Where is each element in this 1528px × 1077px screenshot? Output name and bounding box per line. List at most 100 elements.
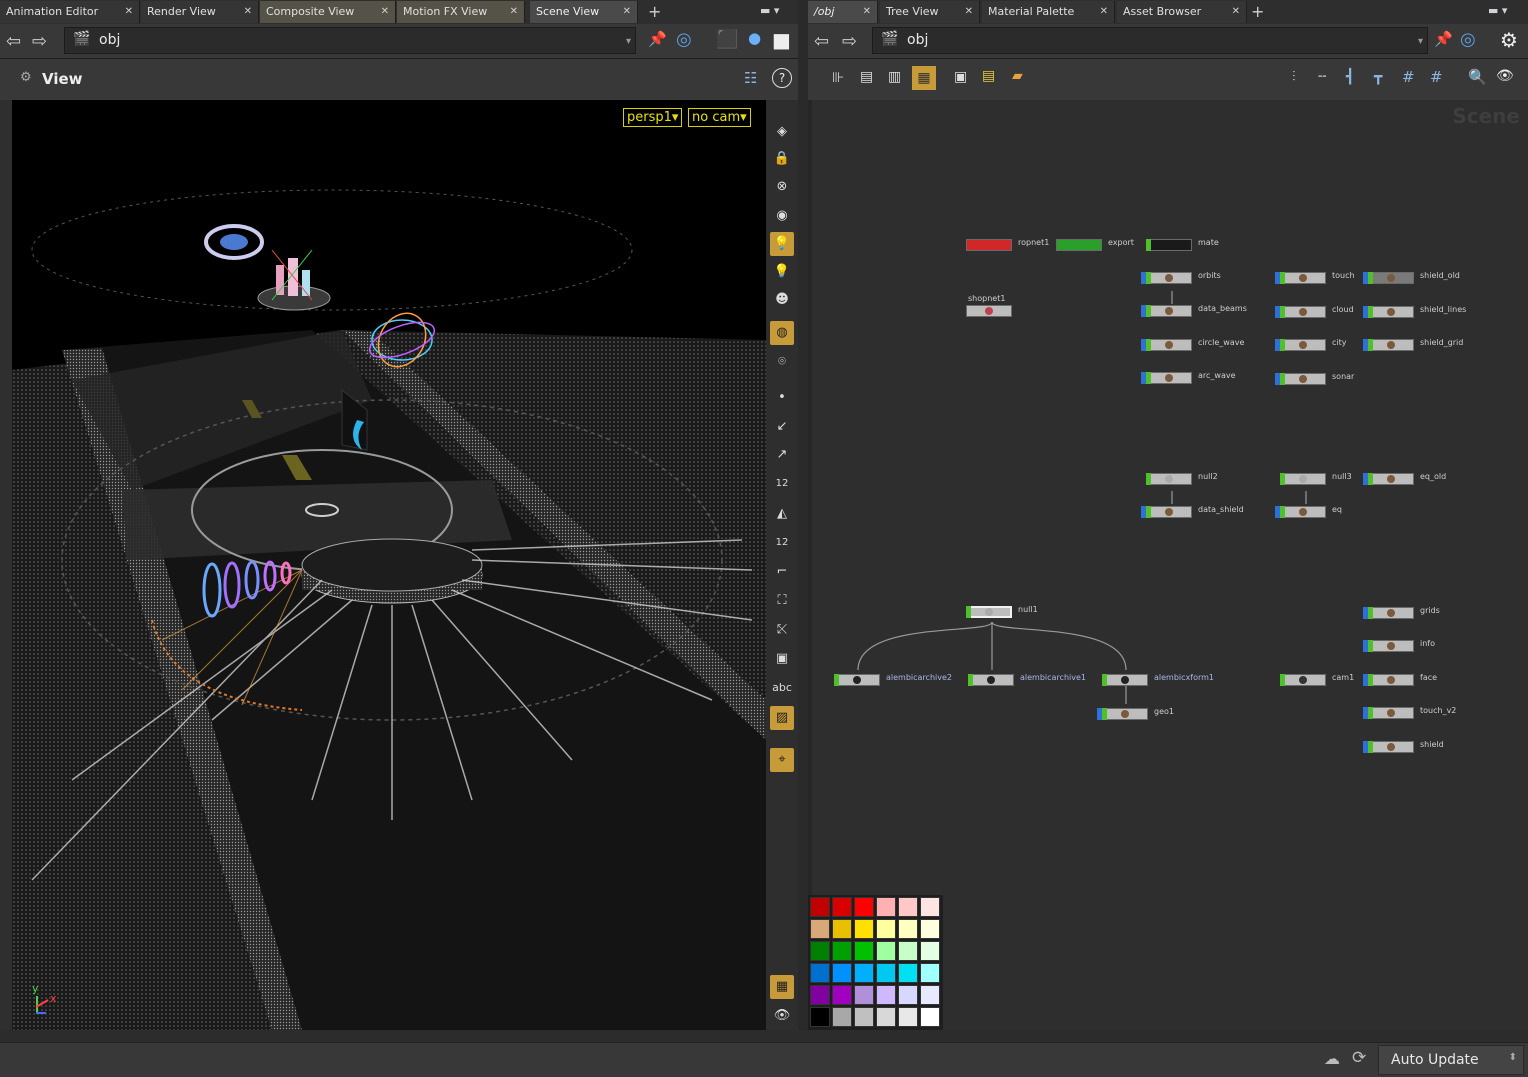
ghost-icon[interactable]: ⊗ [770, 175, 794, 199]
tab-render-view[interactable]: Render View ✕ [141, 1, 259, 23]
close-icon[interactable]: ✕ [623, 1, 631, 23]
close-icon[interactable]: ✕ [510, 1, 518, 23]
3d-viewport[interactable]: persp1▾ no cam▾ y x [12, 100, 766, 1030]
network-box-icon[interactable]: ▣ [954, 69, 967, 85]
eye-icon[interactable]: 👁 [1496, 68, 1514, 84]
light-icon[interactable]: 💡 [770, 260, 794, 284]
vector-icon[interactable]: ↗ [770, 443, 794, 467]
palette-swatch[interactable] [920, 963, 940, 983]
back-arrow-icon[interactable]: ⇦ [814, 31, 829, 52]
pane-menu-icon[interactable]: ▬ ▾ [1488, 4, 1507, 17]
eye-icon[interactable]: 👁 [770, 1004, 794, 1028]
left-path-field[interactable]: 🎬 obj ▾ [64, 27, 636, 54]
list-icon[interactable]: ▤ [860, 69, 873, 85]
grid-snap-icon[interactable]: # [1402, 68, 1415, 86]
snap-vertical-icon[interactable]: ┫ [1346, 69, 1354, 85]
palette-swatch[interactable] [920, 941, 940, 961]
tab-animation-editor[interactable]: Animation Editor ✕ [0, 1, 140, 23]
palette-swatch[interactable] [810, 941, 830, 961]
tab-motion-fx-view[interactable]: Motion FX View ✕ [397, 1, 525, 23]
primitive-number-icon[interactable]: 12 [770, 531, 794, 555]
network-editor[interactable]: Scene ropnet1 export mate shopnet1 orbit… [808, 100, 1528, 1030]
palette-swatch[interactable] [898, 1007, 918, 1027]
palette-swatch[interactable] [854, 1007, 874, 1027]
primitive-icon[interactable]: ◭ [770, 502, 794, 526]
camera-menu-persp[interactable]: persp1▾ [623, 108, 683, 127]
light-bulb-icon[interactable]: 💡 [770, 232, 794, 256]
palette-swatch[interactable] [810, 985, 830, 1005]
close-icon[interactable]: ✕ [965, 1, 973, 23]
cube-icon[interactable]: ⬛ [716, 29, 738, 50]
palette-swatch[interactable] [854, 985, 874, 1005]
close-icon[interactable]: ✕ [1100, 1, 1108, 23]
grid-icon[interactable]: # [1430, 68, 1443, 86]
tree-icon[interactable]: ⊪ [832, 70, 844, 86]
forward-arrow-icon[interactable]: ⇨ [32, 31, 47, 52]
forward-arrow-icon[interactable]: ⇨ [842, 31, 857, 52]
align-vertical-icon[interactable]: ⫶ [1292, 69, 1296, 85]
handle-icon[interactable]: ⤪ [770, 618, 794, 642]
close-icon[interactable]: ✕ [125, 1, 133, 23]
display-options-icon[interactable]: ☷ [744, 69, 757, 87]
tab-asset-browser[interactable]: Asset Browser ✕ [1117, 1, 1247, 23]
palette-swatch[interactable] [876, 963, 896, 983]
link-icon[interactable]: ◎ [676, 29, 692, 50]
refresh-icon[interactable]: ⟳ [1352, 1048, 1366, 1068]
headlight-icon[interactable]: ☻ [770, 288, 794, 312]
close-icon[interactable]: ✕ [1232, 1, 1240, 23]
location-pin-icon[interactable]: ⌖ [770, 748, 794, 772]
search-icon[interactable]: 🔍 [1468, 68, 1487, 86]
palette-swatch[interactable] [854, 897, 874, 917]
point-icon[interactable]: • [770, 386, 794, 410]
palette-swatch[interactable] [810, 1007, 830, 1027]
grid-view-icon[interactable]: ▦ [912, 66, 936, 90]
palette-swatch[interactable] [920, 919, 940, 939]
close-icon[interactable]: ✕ [244, 1, 252, 23]
add-tab-icon[interactable]: + [648, 2, 661, 21]
shading-sphere-icon[interactable]: ◉ [770, 204, 794, 228]
palette-swatch[interactable] [854, 919, 874, 939]
close-icon[interactable]: ✕ [381, 1, 389, 23]
palette-swatch[interactable] [854, 963, 874, 983]
bounding-box-icon[interactable]: ⛶ [770, 589, 794, 613]
palette-swatch[interactable] [832, 963, 852, 983]
palette-swatch[interactable] [876, 941, 896, 961]
text-icon[interactable]: abc [770, 676, 794, 700]
snap-horizontal-icon[interactable]: ┳ [1374, 69, 1382, 85]
performance-icon[interactable]: ☁ [1324, 1049, 1340, 1068]
edge-icon[interactable]: ⌐ [770, 560, 794, 584]
square-icon[interactable]: ■ [772, 28, 791, 52]
palette-swatch[interactable] [898, 897, 918, 917]
tab-tree-view[interactable]: Tree View ✕ [880, 1, 980, 23]
help-icon[interactable]: ? [772, 68, 792, 88]
palette-swatch[interactable] [920, 897, 940, 917]
palette-swatch[interactable] [876, 1007, 896, 1027]
thumbnail-icon[interactable]: ▥ [888, 69, 901, 85]
safe-area-icon[interactable]: ▣ [770, 647, 794, 671]
palette-swatch[interactable] [876, 985, 896, 1005]
lock-icon[interactable]: 🔒 [770, 147, 794, 171]
palette-swatch[interactable] [832, 1007, 852, 1027]
background-image-icon[interactable]: ▨ [770, 706, 794, 730]
normal-icon[interactable]: ↙ [770, 415, 794, 439]
grid-layout-icon[interactable]: ▦ [770, 975, 794, 999]
palette-swatch[interactable] [920, 1007, 940, 1027]
texture-sphere-icon[interactable]: ◍ [770, 321, 794, 345]
palette-swatch[interactable] [810, 897, 830, 917]
palette-swatch[interactable] [810, 919, 830, 939]
camera-view-icon[interactable]: ⌾ [770, 350, 794, 374]
link-icon[interactable]: ◎ [1460, 29, 1476, 50]
palette-swatch[interactable] [898, 963, 918, 983]
auto-update-menu[interactable]: Auto Update ⬍ [1378, 1045, 1524, 1075]
chevron-down-icon[interactable]: ▾ [626, 29, 631, 54]
palette-swatch[interactable] [832, 941, 852, 961]
palette-swatch[interactable] [898, 941, 918, 961]
palette-swatch[interactable] [898, 919, 918, 939]
palette-swatch[interactable] [810, 963, 830, 983]
sticky-note-icon[interactable]: ▤ [982, 68, 995, 84]
palette-swatch[interactable] [854, 941, 874, 961]
palette-swatch[interactable] [898, 985, 918, 1005]
subnet-icon[interactable]: ▰ [1012, 68, 1023, 84]
tab-scene-view[interactable]: Scene View ✕ [530, 1, 638, 23]
camera-menu-nocam[interactable]: no cam▾ [688, 108, 751, 127]
